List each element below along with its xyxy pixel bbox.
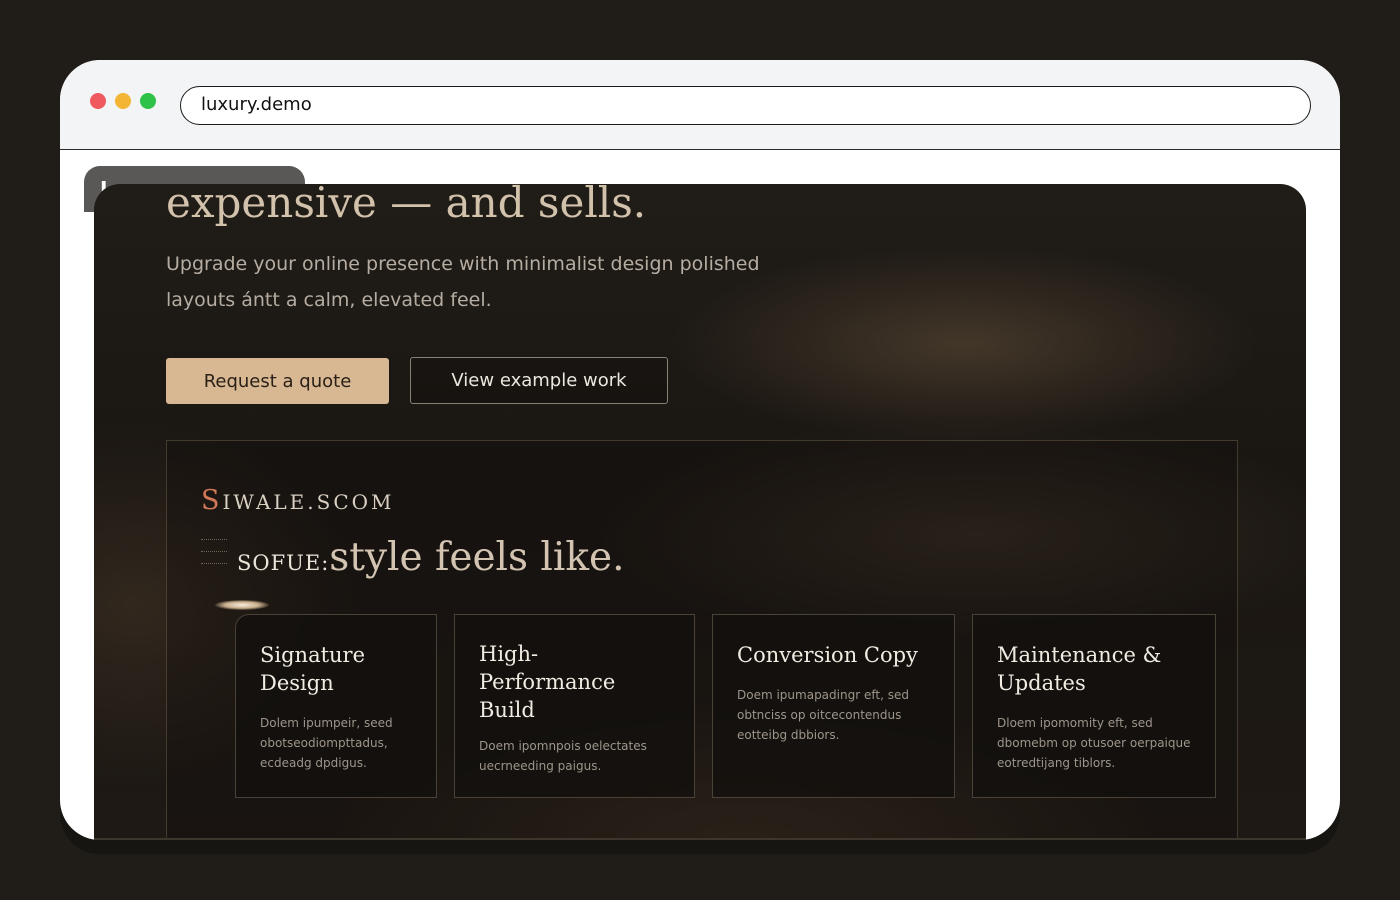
showcase-panel: SIWALE.SCOM SOFUE:style feels like. Sign… (166, 440, 1238, 840)
service-card-maintenance-updates[interactable]: Maintenance & Updates Dloem ipomomity ef… (972, 614, 1216, 798)
brand-rest: IWALE.SCOM (222, 490, 395, 514)
card-title: Conversion Copy (737, 643, 918, 667)
card-title: Signature Design (260, 643, 366, 695)
card-title: Maintenance & Updates (997, 643, 1162, 695)
showcase-heading-prefix: SOFUE: (237, 551, 330, 575)
request-quote-button[interactable]: Request a quote (166, 358, 389, 404)
page-viewport: expensive — and sells. Upgrade your onli… (94, 184, 1306, 840)
showcase-heading: SOFUE:style feels like. (237, 535, 625, 580)
browser-toolbar: luxury.demo (60, 60, 1340, 150)
card-description: Dolem ipumpeir, seed obotseodiompttadus,… (260, 716, 393, 770)
decorative-lines (201, 539, 227, 575)
service-card-high-performance-build[interactable]: High-Performance Build Doem ipomnpois oe… (454, 614, 695, 798)
service-card-signature-design[interactable]: Signature Design Dolem ipumpeir, seed ob… (235, 614, 437, 798)
service-card-conversion-copy[interactable]: Conversion Copy Doem ipumapadingr eft, s… (712, 614, 955, 798)
showcase-brand: SIWALE.SCOM (201, 485, 395, 516)
card-description: Doem ipumapadingr eft, sed obtnciss op o… (737, 688, 909, 742)
hero-subtitle: Upgrade your online presence with minima… (166, 253, 760, 311)
close-dot-icon[interactable] (90, 93, 106, 109)
lamp-glow (215, 600, 269, 610)
showcase-heading-main: style feels like. (329, 535, 625, 580)
card-description: Dloem ipomomity eft, sed dbomebm op otus… (997, 716, 1191, 770)
minimize-dot-icon[interactable] (115, 93, 131, 109)
maximize-dot-icon[interactable] (140, 93, 156, 109)
brand-initial: S (201, 485, 223, 516)
card-description: Doem ipomnpois oelectates uecrneeding pa… (479, 739, 647, 773)
card-title: High-Performance Build (479, 642, 616, 722)
hero-title: expensive — and sells. (166, 184, 647, 227)
divider (94, 838, 1306, 840)
address-bar[interactable]: luxury.demo (180, 86, 1311, 125)
view-example-work-button[interactable]: View example work (410, 357, 668, 404)
browser-window: luxury.demo Luxury expensive — and sells… (60, 60, 1340, 840)
